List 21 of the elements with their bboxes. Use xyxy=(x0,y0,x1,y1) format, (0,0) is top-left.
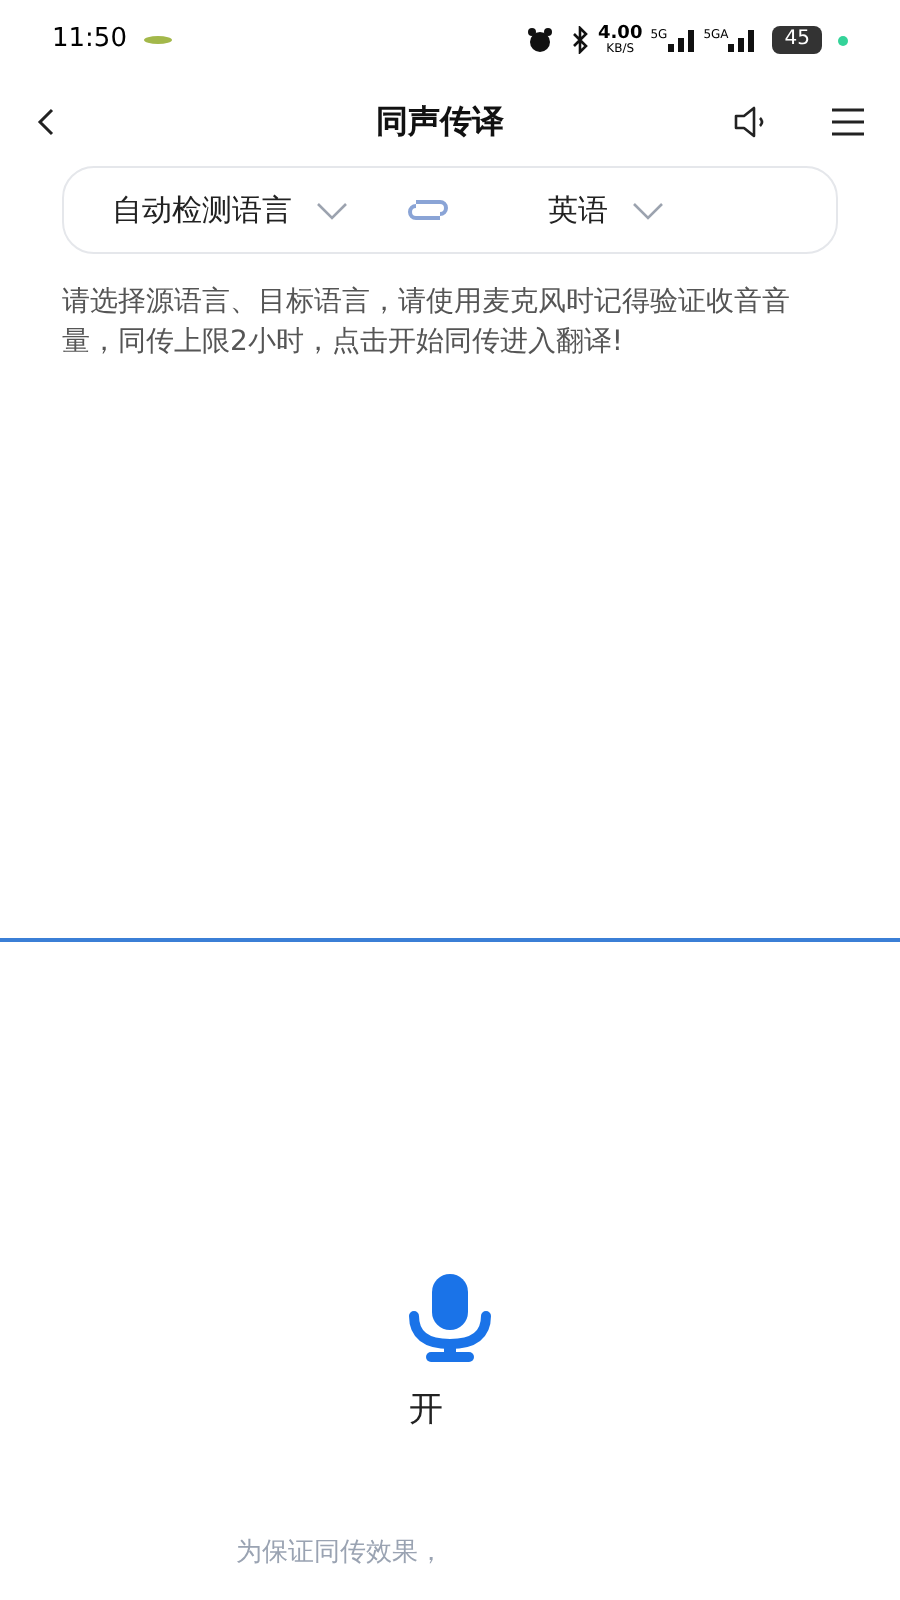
speed-text: 4.00 xyxy=(598,25,643,43)
swap-icon xyxy=(408,196,448,224)
start-label: 开 xyxy=(409,1388,445,1434)
menu-button[interactable] xyxy=(832,108,864,136)
target-language-dropdown[interactable]: 英语 xyxy=(548,187,664,233)
back-icon xyxy=(36,106,56,138)
signal-icon xyxy=(728,28,757,52)
chevron-down-icon xyxy=(316,201,348,219)
bluetooth-icon xyxy=(570,26,590,54)
chevron-down-icon xyxy=(632,201,664,219)
page-title: 同声传译 xyxy=(376,100,504,144)
microphone-icon xyxy=(404,1272,496,1364)
battery-indicator: 45 xyxy=(772,26,822,54)
instructions-text: 请选择源语言、目标语言，请使用麦克风时记得验证收音音量，同传上限2小时，点击开始同传进入翻译! xyxy=(62,284,792,362)
source-language-dropdown[interactable]: 自动检测语言 xyxy=(112,187,348,233)
footer-note: 为保证同传效果， xyxy=(236,1535,446,1571)
leaf-icon xyxy=(142,34,175,46)
status-time: 11:50 xyxy=(52,22,127,59)
signal-icon xyxy=(667,28,696,52)
menu-icon xyxy=(832,108,864,136)
microphone-button[interactable] xyxy=(404,1272,496,1364)
